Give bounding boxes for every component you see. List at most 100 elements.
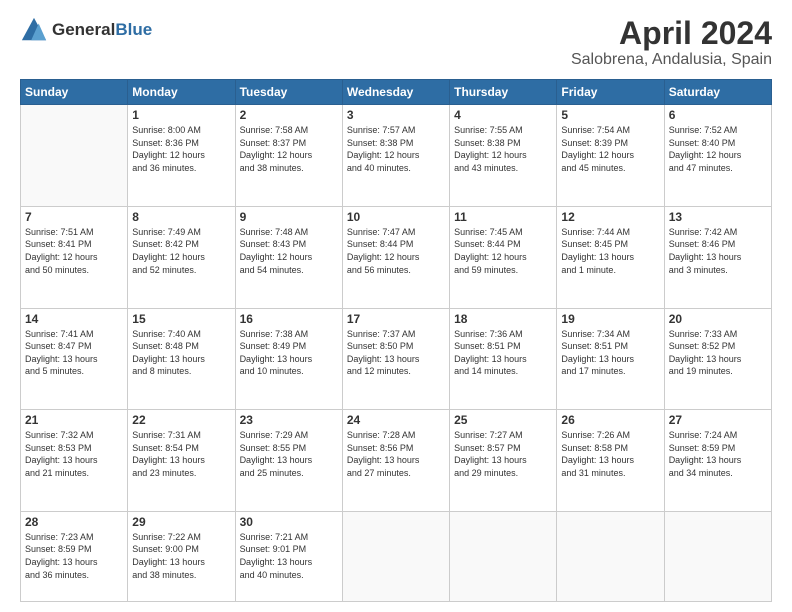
day-info: Sunrise: 7:42 AMSunset: 8:46 PMDaylight:… (669, 226, 767, 276)
day-number: 4 (454, 108, 552, 122)
table-row: 2 Sunrise: 7:58 AMSunset: 8:37 PMDaylight… (235, 105, 342, 207)
day-number: 9 (240, 210, 338, 224)
logo-icon (20, 16, 48, 44)
day-number: 15 (132, 312, 230, 326)
day-number: 12 (561, 210, 659, 224)
day-number: 23 (240, 413, 338, 427)
calendar-subtitle: Salobrena, Andalusia, Spain (571, 51, 772, 69)
day-number: 3 (347, 108, 445, 122)
day-info: Sunrise: 7:55 AMSunset: 8:38 PMDaylight:… (454, 124, 552, 174)
table-row: 21Sunrise: 7:32 AMSunset: 8:53 PMDayligh… (21, 410, 128, 512)
day-info: Sunrise: 7:48 AMSunset: 8:43 PMDaylight:… (240, 226, 338, 276)
day-number: 19 (561, 312, 659, 326)
table-row: 24 Sunrise: 7:28 AMSunset: 8:56 PMDayligh… (342, 410, 449, 512)
day-number: 29 (132, 515, 230, 529)
table-row (21, 105, 128, 207)
day-number: 20 (669, 312, 767, 326)
day-info: Sunrise: 7:45 AMSunset: 8:44 PMDaylight:… (454, 226, 552, 276)
table-row: 1 Sunrise: 8:00 AMSunset: 8:36 PMDaylight… (128, 105, 235, 207)
day-info: Sunrise: 7:29 AMSunset: 8:55 PMDaylight:… (240, 429, 338, 479)
day-info: Sunrise: 7:26 AMSunset: 8:58 PMDaylight:… (561, 429, 659, 479)
table-row (557, 511, 664, 601)
table-row: 17 Sunrise: 7:37 AMSunset: 8:50 PMDayligh… (342, 308, 449, 410)
table-row: 15 Sunrise: 7:40 AMSunset: 8:48 PMDayligh… (128, 308, 235, 410)
day-number: 24 (347, 413, 445, 427)
table-row: 20 Sunrise: 7:33 AMSunset: 8:52 PMDayligh… (664, 308, 771, 410)
col-sunday: Sunday (21, 80, 128, 105)
title-block: April 2024 Salobrena, Andalusia, Spain (571, 16, 772, 69)
day-number: 18 (454, 312, 552, 326)
day-number: 26 (561, 413, 659, 427)
day-number: 1 (132, 108, 230, 122)
table-row: 8 Sunrise: 7:49 AMSunset: 8:42 PMDaylight… (128, 206, 235, 308)
day-number: 28 (25, 515, 123, 529)
day-info: Sunrise: 8:00 AMSunset: 8:36 PMDaylight:… (132, 124, 230, 174)
day-info: Sunrise: 7:22 AMSunset: 9:00 PMDaylight:… (132, 531, 230, 581)
table-row: 3 Sunrise: 7:57 AMSunset: 8:38 PMDaylight… (342, 105, 449, 207)
day-number: 16 (240, 312, 338, 326)
day-number: 14 (25, 312, 123, 326)
calendar-title: April 2024 (571, 16, 772, 51)
day-info: Sunrise: 7:51 AMSunset: 8:41 PMDaylight:… (25, 226, 123, 276)
logo-blue: Blue (115, 20, 152, 39)
col-friday: Friday (557, 80, 664, 105)
table-row: 4 Sunrise: 7:55 AMSunset: 8:38 PMDaylight… (450, 105, 557, 207)
table-row: 29 Sunrise: 7:22 AMSunset: 9:00 PMDayligh… (128, 511, 235, 601)
day-info: Sunrise: 7:24 AMSunset: 8:59 PMDaylight:… (669, 429, 767, 479)
col-monday: Monday (128, 80, 235, 105)
table-row: 6Sunrise: 7:52 AMSunset: 8:40 PMDaylight… (664, 105, 771, 207)
table-row: 19 Sunrise: 7:34 AMSunset: 8:51 PMDayligh… (557, 308, 664, 410)
table-row (342, 511, 449, 601)
day-info: Sunrise: 7:49 AMSunset: 8:42 PMDaylight:… (132, 226, 230, 276)
day-number: 27 (669, 413, 767, 427)
table-row: 7 Sunrise: 7:51 AMSunset: 8:41 PMDaylight… (21, 206, 128, 308)
day-info: Sunrise: 7:57 AMSunset: 8:38 PMDaylight:… (347, 124, 445, 174)
table-row: 22Sunrise: 7:31 AMSunset: 8:54 PMDayligh… (128, 410, 235, 512)
col-thursday: Thursday (450, 80, 557, 105)
table-row: 14Sunrise: 7:41 AMSunset: 8:47 PMDayligh… (21, 308, 128, 410)
table-row: 23 Sunrise: 7:29 AMSunset: 8:55 PMDayligh… (235, 410, 342, 512)
day-number: 17 (347, 312, 445, 326)
day-number: 30 (240, 515, 338, 529)
day-info: Sunrise: 7:23 AMSunset: 8:59 PMDaylight:… (25, 531, 123, 581)
table-row (664, 511, 771, 601)
calendar-header-row: Sunday Monday Tuesday Wednesday Thursday… (21, 80, 772, 105)
day-info: Sunrise: 7:36 AMSunset: 8:51 PMDaylight:… (454, 328, 552, 378)
table-row: 11 Sunrise: 7:45 AMSunset: 8:44 PMDayligh… (450, 206, 557, 308)
table-row: 16 Sunrise: 7:38 AMSunset: 8:49 PMDayligh… (235, 308, 342, 410)
day-number: 2 (240, 108, 338, 122)
col-saturday: Saturday (664, 80, 771, 105)
day-info: Sunrise: 7:27 AMSunset: 8:57 PMDaylight:… (454, 429, 552, 479)
table-row: 28 Sunrise: 7:23 AMSunset: 8:59 PMDayligh… (21, 511, 128, 601)
table-row: 10 Sunrise: 7:47 AMSunset: 8:44 PMDayligh… (342, 206, 449, 308)
day-info: Sunrise: 7:28 AMSunset: 8:56 PMDaylight:… (347, 429, 445, 479)
day-info: Sunrise: 7:44 AMSunset: 8:45 PMDaylight:… (561, 226, 659, 276)
day-info: Sunrise: 7:58 AMSunset: 8:37 PMDaylight:… (240, 124, 338, 174)
table-row: 26 Sunrise: 7:26 AMSunset: 8:58 PMDayligh… (557, 410, 664, 512)
day-number: 25 (454, 413, 552, 427)
day-number: 11 (454, 210, 552, 224)
calendar-table: Sunday Monday Tuesday Wednesday Thursday… (20, 79, 772, 602)
day-info: Sunrise: 7:34 AMSunset: 8:51 PMDaylight:… (561, 328, 659, 378)
logo: GeneralBlue (20, 16, 152, 44)
day-info: Sunrise: 7:54 AMSunset: 8:39 PMDaylight:… (561, 124, 659, 174)
day-number: 7 (25, 210, 123, 224)
table-row (450, 511, 557, 601)
day-number: 8 (132, 210, 230, 224)
day-info: Sunrise: 7:40 AMSunset: 8:48 PMDaylight:… (132, 328, 230, 378)
day-number: 10 (347, 210, 445, 224)
day-info: Sunrise: 7:37 AMSunset: 8:50 PMDaylight:… (347, 328, 445, 378)
day-info: Sunrise: 7:38 AMSunset: 8:49 PMDaylight:… (240, 328, 338, 378)
day-info: Sunrise: 7:52 AMSunset: 8:40 PMDaylight:… (669, 124, 767, 174)
table-row: 18 Sunrise: 7:36 AMSunset: 8:51 PMDayligh… (450, 308, 557, 410)
day-info: Sunrise: 7:31 AMSunset: 8:54 PMDaylight:… (132, 429, 230, 479)
table-row: 13Sunrise: 7:42 AMSunset: 8:46 PMDayligh… (664, 206, 771, 308)
page: GeneralBlue April 2024 Salobrena, Andalu… (0, 0, 792, 612)
day-info: Sunrise: 7:47 AMSunset: 8:44 PMDaylight:… (347, 226, 445, 276)
col-tuesday: Tuesday (235, 80, 342, 105)
header: GeneralBlue April 2024 Salobrena, Andalu… (20, 16, 772, 69)
day-info: Sunrise: 7:32 AMSunset: 8:53 PMDaylight:… (25, 429, 123, 479)
table-row: 25 Sunrise: 7:27 AMSunset: 8:57 PMDayligh… (450, 410, 557, 512)
day-info: Sunrise: 7:33 AMSunset: 8:52 PMDaylight:… (669, 328, 767, 378)
table-row: 30Sunrise: 7:21 AMSunset: 9:01 PMDayligh… (235, 511, 342, 601)
